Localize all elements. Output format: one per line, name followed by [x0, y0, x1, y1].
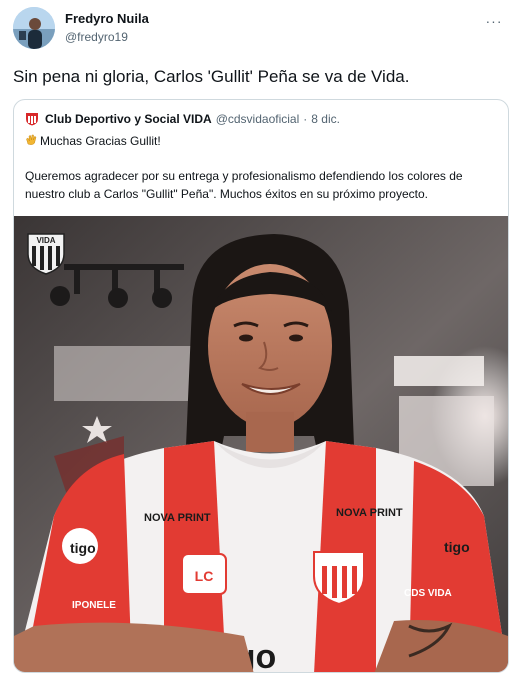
- player-photo-image: VIDA NOVA PRINT NOVA PRINT LC tigo tigo …: [14, 216, 508, 672]
- quoted-tweet[interactable]: Club Deportivo y Social VIDA @cdsvidaofi…: [13, 99, 509, 673]
- more-options-button[interactable]: ···: [481, 8, 507, 34]
- chest-logo-text: LC: [195, 568, 214, 584]
- sleeve-left-text: IPONELE: [72, 600, 116, 611]
- author-handle[interactable]: @fredyro19: [65, 30, 128, 44]
- sleeve-right-text: CDS VIDA: [404, 588, 452, 599]
- clapping-hands-icon: [25, 133, 37, 148]
- quote-author-name[interactable]: Club Deportivo y Social VIDA: [45, 112, 212, 126]
- avatar-image: [13, 7, 55, 49]
- author-name[interactable]: Fredyro Nuila: [65, 11, 149, 26]
- sleeve-logo-right: tigo: [444, 539, 470, 555]
- separator-dot: ·: [303, 112, 308, 126]
- tweet-text: Sin pena ni gloria, Carlos 'Gullit' Peña…: [13, 67, 410, 86]
- more-horizontal-icon: ···: [485, 13, 503, 29]
- tweet: Fredyro Nuila @fredyro19 ··· Sin pena ni…: [0, 0, 517, 675]
- player-photo[interactable]: VIDA NOVA PRINT NOVA PRINT LC tigo tigo …: [14, 216, 508, 672]
- quote-date[interactable]: 8 dic.: [311, 112, 340, 126]
- quote-first-line: Muchas Gracias Gullit!: [25, 133, 161, 148]
- quote-author-handle[interactable]: @cdsvidaoficial: [216, 112, 300, 126]
- sponsor-right-text: NOVA PRINT: [336, 507, 403, 519]
- quote-header: Club Deportivo y Social VIDA @cdsvidaofi…: [25, 111, 340, 127]
- quote-body: Queremos agradecer por su entrega y prof…: [25, 169, 463, 201]
- crest-text: VIDA: [36, 236, 55, 245]
- club-vida-logo-icon: [26, 113, 38, 126]
- quote-first-line-text: Muchas Gracias Gullit!: [40, 133, 161, 148]
- avatar[interactable]: [13, 7, 55, 49]
- sponsor-left-text: NOVA PRINT: [144, 512, 211, 524]
- sleeve-logo-left: tigo: [70, 540, 96, 556]
